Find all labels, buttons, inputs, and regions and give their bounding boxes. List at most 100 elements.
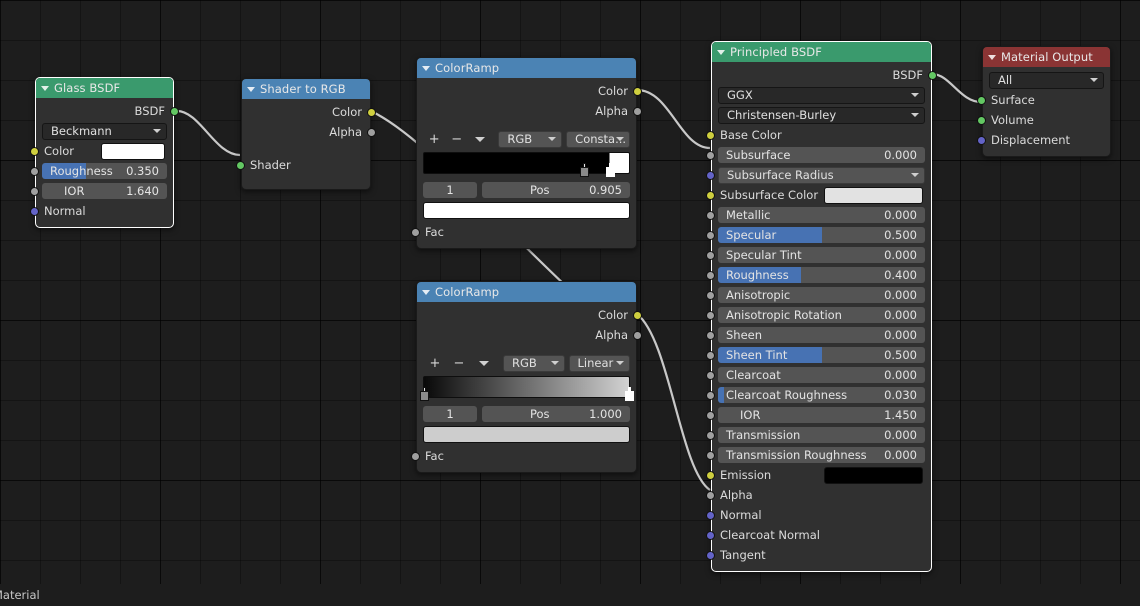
color-mode-dropdown[interactable]: RGB	[503, 354, 565, 372]
node-header-principled-bsdf[interactable]: Principled BSDF	[712, 42, 931, 62]
roughness-slider[interactable]: Roughness 0.350	[42, 163, 167, 179]
collapse-triangle-icon[interactable]	[247, 86, 255, 92]
stop-index-field[interactable]: 1	[423, 182, 477, 198]
node-header-colorramp-1[interactable]: ColorRamp	[417, 58, 636, 78]
node-header-material-output[interactable]: Material Output	[983, 47, 1110, 67]
chevron-down-icon[interactable]	[911, 113, 919, 117]
sheen-slider[interactable]: Sheen 0.000	[718, 327, 925, 343]
node-colorramp-1[interactable]: ColorRamp Color Alpha + − RGB Consta... …	[411, 57, 642, 249]
distribution-dropdown[interactable]: Beckmann	[42, 122, 167, 140]
value-socket-roughness-in[interactable]	[706, 271, 715, 280]
color-socket-base-color-in[interactable]	[706, 131, 715, 140]
node-material-output[interactable]: Material Output All Surface Volume Displ…	[977, 46, 1111, 157]
color-swatch-color[interactable]	[101, 142, 165, 160]
collapse-triangle-icon[interactable]	[41, 85, 49, 91]
value-socket-anisotropic-in[interactable]	[706, 291, 715, 300]
node-header-colorramp-2[interactable]: ColorRamp	[417, 282, 636, 302]
color-mode-dropdown[interactable]: RGB	[498, 130, 563, 148]
colorramp-menu-button[interactable]	[468, 131, 492, 148]
shader-node-editor[interactable]: Glass BSDF BSDF Beckmann Color Roughness…	[0, 0, 1140, 606]
metallic-slider[interactable]: Metallic 0.000	[718, 207, 925, 223]
ior-slider[interactable]: IOR 1.450	[718, 407, 925, 423]
specular-slider[interactable]: Specular 0.500	[718, 227, 925, 243]
value-socket-specular-in[interactable]	[706, 231, 715, 240]
collapse-triangle-icon[interactable]	[422, 65, 430, 71]
colorramp-menu-button[interactable]	[471, 355, 497, 372]
color-socket-color-in[interactable]	[30, 147, 39, 156]
node-colorramp-2[interactable]: ColorRamp Color Alpha + − RGB Linear 1 P…	[411, 281, 642, 473]
node-glass-bsdf[interactable]: Glass BSDF BSDF Beckmann Color Roughness…	[30, 77, 179, 228]
color-socket-color-out[interactable]	[367, 108, 376, 117]
vector-socket-displacement-in[interactable]	[977, 136, 986, 145]
color-socket-color-out[interactable]	[633, 311, 642, 320]
clearcoat-roughness-slider[interactable]: Clearcoat Roughness 0.030	[718, 387, 925, 403]
subsurface-radius-dropdown[interactable]: Subsurface Radius	[718, 166, 925, 184]
add-stop-button[interactable]: +	[423, 131, 445, 148]
value-socket-subsurface-in[interactable]	[706, 151, 715, 160]
target-dropdown[interactable]: All	[989, 71, 1104, 89]
color-socket-subsurface-color-in[interactable]	[706, 191, 715, 200]
value-socket-fac-in[interactable]	[411, 452, 420, 461]
value-socket-ior-in[interactable]	[30, 187, 39, 196]
ior-slider[interactable]: IOR 1.640	[42, 183, 167, 199]
value-socket-ior-in[interactable]	[706, 411, 715, 420]
node-header-glass-bsdf[interactable]: Glass BSDF	[36, 78, 173, 98]
value-socket-transmission-roughness-in[interactable]	[706, 451, 715, 460]
value-socket-roughness-in[interactable]	[30, 167, 39, 176]
collapse-triangle-icon[interactable]	[422, 289, 430, 295]
node-header-shader-to-rgb[interactable]: Shader to RGB	[242, 79, 370, 99]
chevron-down-icon[interactable]	[911, 93, 919, 97]
color-socket-emission-in[interactable]	[706, 471, 715, 480]
node-principled-bsdf[interactable]: Principled BSDF BSDF GGX Christensen-Bur…	[706, 41, 937, 572]
colorramp-gradient-widget[interactable]	[420, 376, 634, 402]
vector-socket-normal-in[interactable]	[706, 511, 715, 520]
chevron-down-icon[interactable]	[153, 129, 161, 133]
value-socket-transmission-in[interactable]	[706, 431, 715, 440]
colorramp-gradient-bar[interactable]	[423, 152, 630, 174]
stop-color-swatch[interactable]	[423, 202, 630, 219]
sheen-tint-slider[interactable]: Sheen Tint 0.500	[718, 347, 925, 363]
value-socket-alpha-out[interactable]	[633, 331, 642, 340]
chevron-down-icon[interactable]	[616, 361, 624, 365]
interpolation-dropdown[interactable]: Linear	[568, 354, 630, 372]
value-socket-anisotropic-rotation-in[interactable]	[706, 311, 715, 320]
value-socket-clearcoat-roughness-in[interactable]	[706, 391, 715, 400]
value-socket-metallic-in[interactable]	[706, 211, 715, 220]
value-socket-alpha-out[interactable]	[367, 128, 376, 137]
vector-socket-subsurface-radius-in[interactable]	[706, 171, 715, 180]
subsurface-slider[interactable]: Subsurface 0.000	[718, 147, 925, 163]
colorramp-stop-marker[interactable]	[420, 387, 430, 401]
anisotropic-rotation-slider[interactable]: Anisotropic Rotation 0.000	[718, 307, 925, 323]
chevron-down-icon[interactable]	[616, 137, 625, 141]
remove-stop-button[interactable]: −	[445, 131, 467, 148]
shader-socket-shader-in[interactable]	[236, 161, 245, 170]
distribution-dropdown[interactable]: GGX	[718, 86, 925, 104]
stop-color-swatch[interactable]	[423, 426, 630, 443]
transmission-roughness-slider[interactable]: Transmission Roughness 0.000	[718, 447, 925, 463]
value-socket-alpha-out[interactable]	[633, 107, 642, 116]
value-socket-sheen-in[interactable]	[706, 331, 715, 340]
remove-stop-button[interactable]: −	[447, 355, 471, 372]
subsurface-method-dropdown[interactable]: Christensen-Burley	[718, 106, 925, 124]
colorramp-gradient-bar[interactable]	[423, 376, 630, 398]
collapse-triangle-icon[interactable]	[988, 54, 996, 60]
stop-position-field[interactable]: Pos 0.905	[482, 182, 630, 198]
colorramp-stop-marker-selected[interactable]	[624, 387, 634, 401]
node-shader-to-rgb[interactable]: Shader to RGB Color Alpha Shader	[236, 78, 376, 190]
shader-socket-surface-in[interactable]	[977, 96, 986, 105]
collapse-triangle-icon[interactable]	[717, 49, 725, 55]
specular-tint-slider[interactable]: Specular Tint 0.000	[718, 247, 925, 263]
subsurface-color-swatch[interactable]	[824, 186, 923, 204]
anisotropic-slider[interactable]: Anisotropic 0.000	[718, 287, 925, 303]
chevron-down-icon[interactable]	[911, 173, 919, 177]
value-socket-specular-tint-in[interactable]	[706, 251, 715, 260]
vector-socket-clearcoat-normal-in[interactable]	[706, 531, 715, 540]
interpolation-dropdown[interactable]: Consta...	[566, 130, 631, 148]
value-socket-alpha-in[interactable]	[706, 491, 715, 500]
stop-index-field[interactable]: 1	[423, 406, 477, 422]
transmission-slider[interactable]: Transmission 0.000	[718, 427, 925, 443]
clearcoat-slider[interactable]: Clearcoat 0.000	[718, 367, 925, 383]
colorramp-gradient-widget[interactable]	[423, 152, 630, 178]
chevron-down-icon[interactable]	[548, 137, 557, 141]
value-socket-fac-in[interactable]	[411, 228, 420, 237]
